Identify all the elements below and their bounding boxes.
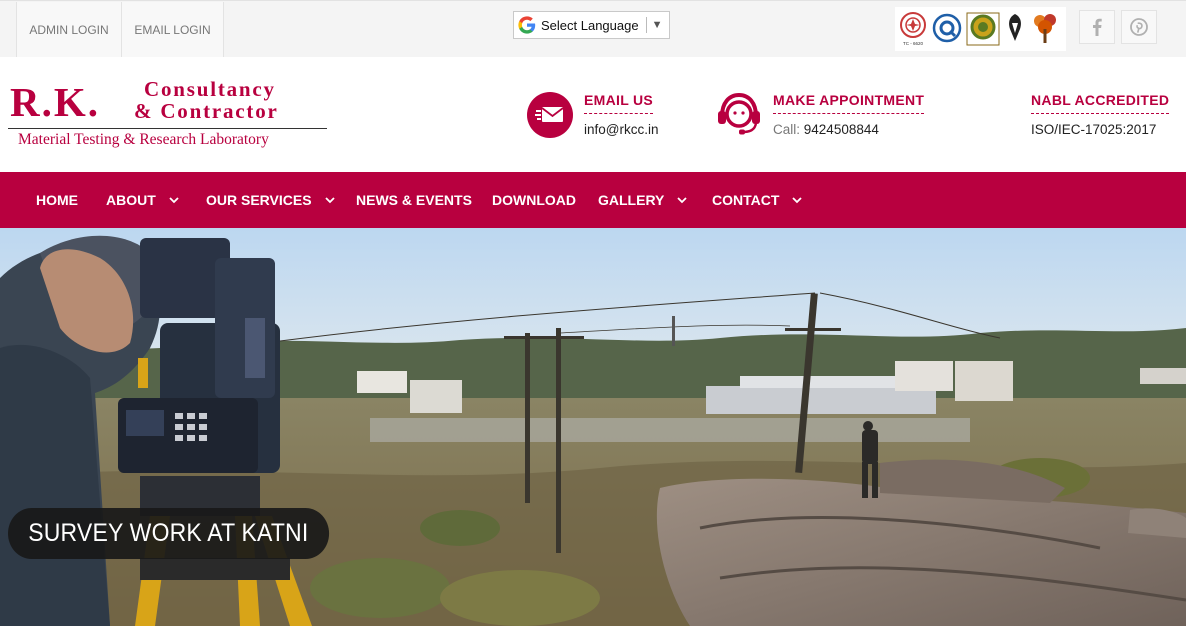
appointment-phone[interactable]: Call: 9424508844 — [773, 122, 879, 137]
headset-icon — [718, 92, 760, 135]
nav-label: DOWNLOAD — [492, 192, 576, 208]
brand-initials: R.K. — [10, 79, 100, 125]
survey-scene-image — [0, 228, 1186, 626]
dropdown-arrow-icon: ▼ — [651, 19, 663, 31]
chevron-down-icon — [677, 197, 688, 204]
facebook-button[interactable] — [1079, 10, 1115, 44]
email-login-link[interactable]: EMAIL LOGIN — [122, 2, 224, 57]
tree-logo — [1034, 14, 1056, 43]
nav-label: HOME — [36, 192, 78, 208]
email-us-title: EMAIL US — [584, 92, 654, 114]
slide-caption: SURVEY WORK AT KATNI — [8, 508, 329, 559]
brand-name-line2: & Contractor — [134, 99, 279, 123]
emblem-logo — [1009, 14, 1021, 41]
chevron-down-icon — [792, 197, 803, 204]
chevron-down-icon — [324, 197, 335, 204]
nav-label: NEWS & EVENTS — [356, 192, 472, 208]
make-appointment-title: MAKE APPOINTMENT — [773, 92, 925, 114]
language-label: Select Language — [541, 17, 639, 33]
tc-number: TC - 6620 — [903, 41, 924, 46]
language-selector[interactable]: Select Language ▼ — [513, 11, 670, 39]
university-seal-logo — [966, 12, 1000, 46]
nav-news-events[interactable]: NEWS & EVENTS — [356, 172, 472, 228]
nav-home[interactable]: HOME — [36, 172, 78, 228]
accreditation-logos: TC - 6620 — [895, 7, 1066, 51]
nabl-accredited-title: NABL ACCREDITED — [1031, 92, 1170, 114]
brand-name-line1: Consultancy — [144, 77, 276, 101]
pinterest-button[interactable] — [1121, 10, 1157, 44]
top-bar: ADMIN LOGIN EMAIL LOGIN Select Language … — [0, 0, 1186, 57]
brand-logo[interactable]: R.K. Consultancy & Contractor Material T… — [8, 78, 330, 152]
google-icon — [518, 16, 536, 34]
nav-label: CONTACT — [712, 192, 780, 208]
nav-download[interactable]: DOWNLOAD — [492, 172, 576, 228]
iso-standard: ISO/IEC-17025:2017 — [1031, 122, 1157, 137]
chevron-down-icon — [169, 197, 179, 204]
brand-divider — [8, 128, 327, 129]
brand-tagline: Material Testing & Research Laboratory — [18, 131, 269, 148]
hero-slider-image[interactable] — [0, 228, 1186, 626]
admin-login-link[interactable]: ADMIN LOGIN — [16, 2, 122, 57]
email-address-link[interactable]: info@rkcc.in — [584, 122, 658, 137]
nav-our-services[interactable]: OUR SERVICES — [206, 172, 337, 228]
nav-contact[interactable]: CONTACT — [712, 172, 804, 228]
phone-number: 9424508844 — [803, 122, 879, 137]
nav-label: ABOUT — [106, 192, 156, 208]
nav-label: GALLERY — [598, 192, 665, 208]
main-navigation: HOME ABOUT OUR SERVICES NEWS & EVENTS DO… — [0, 172, 1186, 228]
nav-about[interactable]: ABOUT — [106, 172, 181, 228]
qci-logo — [932, 13, 962, 43]
email-icon — [527, 92, 573, 138]
tc-seal-logo: TC - 6620 — [900, 12, 926, 46]
pinterest-icon — [1130, 18, 1148, 36]
divider — [645, 17, 647, 33]
nav-gallery[interactable]: GALLERY — [598, 172, 689, 228]
nav-label: OUR SERVICES — [206, 192, 312, 208]
call-label: Call: — [773, 122, 801, 137]
facebook-icon — [1093, 18, 1102, 36]
